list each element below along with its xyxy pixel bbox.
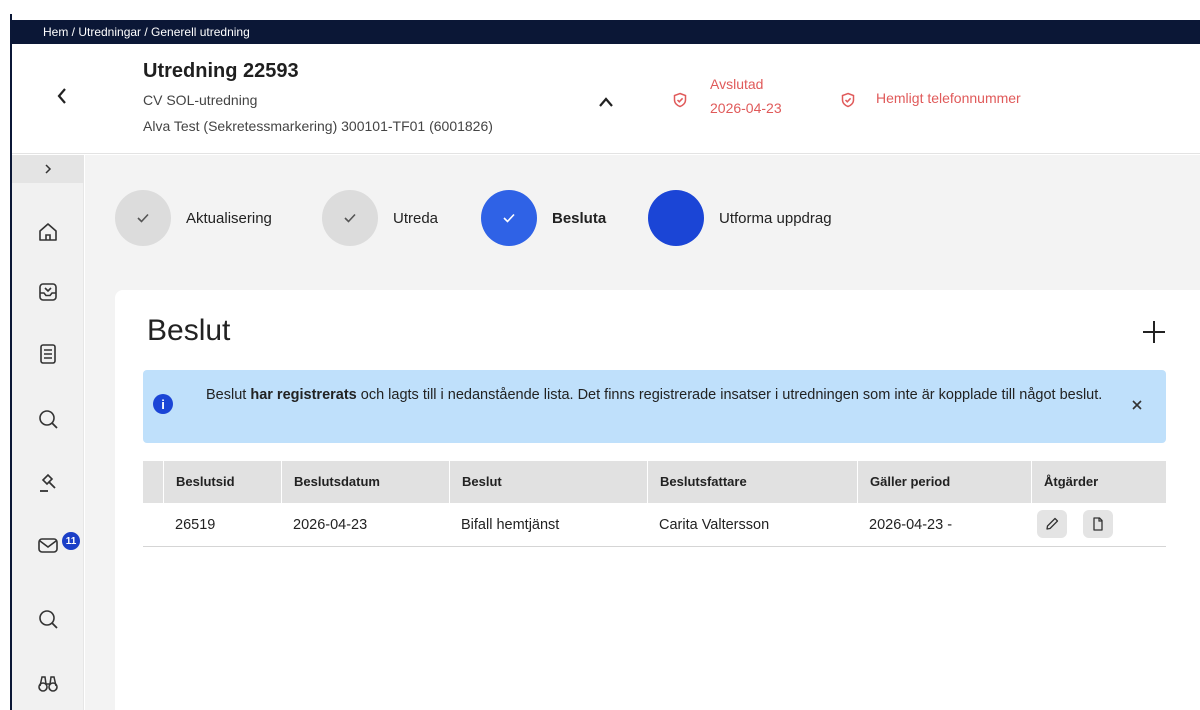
shield-check-icon (841, 92, 855, 108)
close-alert-button[interactable] (1131, 398, 1145, 412)
step-label: Utreda (393, 209, 439, 227)
decision-table: Beslutsid Beslutsdatum Beslut Beslutsfat… (143, 461, 1166, 547)
decision-card: Beslut i Beslut har registrerats och lag… (115, 290, 1200, 710)
pencil-icon (1046, 517, 1059, 530)
app-window: Hem / Utredningar / Generell utredning U… (0, 0, 1200, 710)
column-header-galler-period[interactable]: Gäller period (857, 461, 1031, 503)
case-person: Alva Test (Sekretessmarkering) 300101-TF… (143, 118, 493, 134)
case-type: CV SOL-utredning (143, 92, 258, 108)
alert-text-strong: har registrerats (250, 387, 357, 403)
cell-beslut: Bifall hemtjänst (461, 517, 560, 533)
step-aktualisering[interactable]: Aktualisering (115, 190, 272, 246)
mail-count-badge: 11 (60, 530, 82, 552)
sidebar-expand-button[interactable] (12, 155, 84, 183)
column-header-beslutsfattare[interactable]: Beslutsfattare (647, 461, 857, 503)
step-circle (322, 190, 378, 246)
step-circle (648, 190, 704, 246)
document-icon[interactable] (36, 342, 60, 366)
step-utreda[interactable]: Utreda (322, 190, 438, 246)
binoculars-icon[interactable] (36, 672, 60, 696)
document-icon (1093, 517, 1103, 531)
alert-message: Beslut har registrerats och lagts till i… (206, 382, 1106, 408)
status-label: Avslutad (710, 76, 764, 92)
step-label: Aktualisering (186, 209, 272, 227)
shield-check-icon (673, 92, 687, 108)
column-header-atgarder: Åtgärder (1031, 461, 1166, 503)
check-icon (344, 213, 356, 223)
step-circle (481, 190, 537, 246)
inbox-icon[interactable] (36, 280, 60, 304)
check-icon (503, 213, 515, 223)
cell-galler-period: 2026-04-23 - (869, 517, 953, 533)
page-title: Utredning 22593 (143, 60, 299, 82)
step-circle (115, 190, 171, 246)
status-date: 2026-04-23 (710, 100, 782, 116)
column-header-beslutsdatum[interactable]: Beslutsdatum (281, 461, 449, 503)
table-header: Beslutsid Beslutsdatum Beslut Beslutsfat… (143, 461, 1166, 503)
step-label: Besluta (552, 209, 607, 227)
check-icon (137, 213, 149, 223)
chevron-left-icon (57, 88, 66, 104)
mail-icon[interactable] (36, 533, 60, 557)
plus-icon (1143, 321, 1165, 343)
info-icon: i (153, 394, 173, 414)
breadcrumb[interactable]: Hem / Utredningar / Generell utredning (12, 20, 1200, 44)
info-alert: i Beslut har registrerats och lagts till… (143, 370, 1166, 443)
search-icon[interactable] (36, 607, 60, 631)
cell-beslutsid: 26519 (175, 517, 216, 533)
alert-text-pre: Beslut (206, 387, 251, 403)
gavel-icon[interactable] (36, 470, 60, 494)
step-label: Utforma uppdrag (719, 209, 832, 227)
step-utforma-uppdrag[interactable]: Utforma uppdrag (648, 190, 832, 246)
alert-text-post: och lagts till i nedanstående lista. Det… (356, 387, 1103, 403)
document-button[interactable] (1083, 510, 1113, 538)
collapse-header-button[interactable] (596, 92, 616, 112)
section-title: Beslut (147, 314, 231, 347)
column-header-beslut[interactable]: Beslut (449, 461, 647, 503)
column-header-beslutsid[interactable]: Beslutsid (163, 461, 281, 503)
chevron-right-icon (45, 164, 52, 174)
chevron-up-icon (599, 97, 613, 107)
cell-beslutsdatum: 2026-04-23 (293, 517, 368, 533)
close-icon (1132, 400, 1142, 410)
home-icon[interactable] (36, 220, 60, 244)
cell-beslutsfattare: Carita Valtersson (659, 517, 770, 533)
sidebar (12, 155, 84, 710)
flag-label: Hemligt telefonnummer (876, 90, 1021, 106)
edit-button[interactable] (1037, 510, 1067, 538)
add-decision-button[interactable] (1140, 318, 1168, 346)
search-icon[interactable] (36, 407, 60, 431)
step-besluta[interactable]: Besluta (481, 190, 606, 246)
case-header: Utredning 22593 CV SOL-utredning Alva Te… (12, 44, 1200, 154)
back-button[interactable] (52, 84, 72, 108)
table-row[interactable]: 26519 2026-04-23 Bifall hemtjänst Carita… (143, 503, 1166, 547)
